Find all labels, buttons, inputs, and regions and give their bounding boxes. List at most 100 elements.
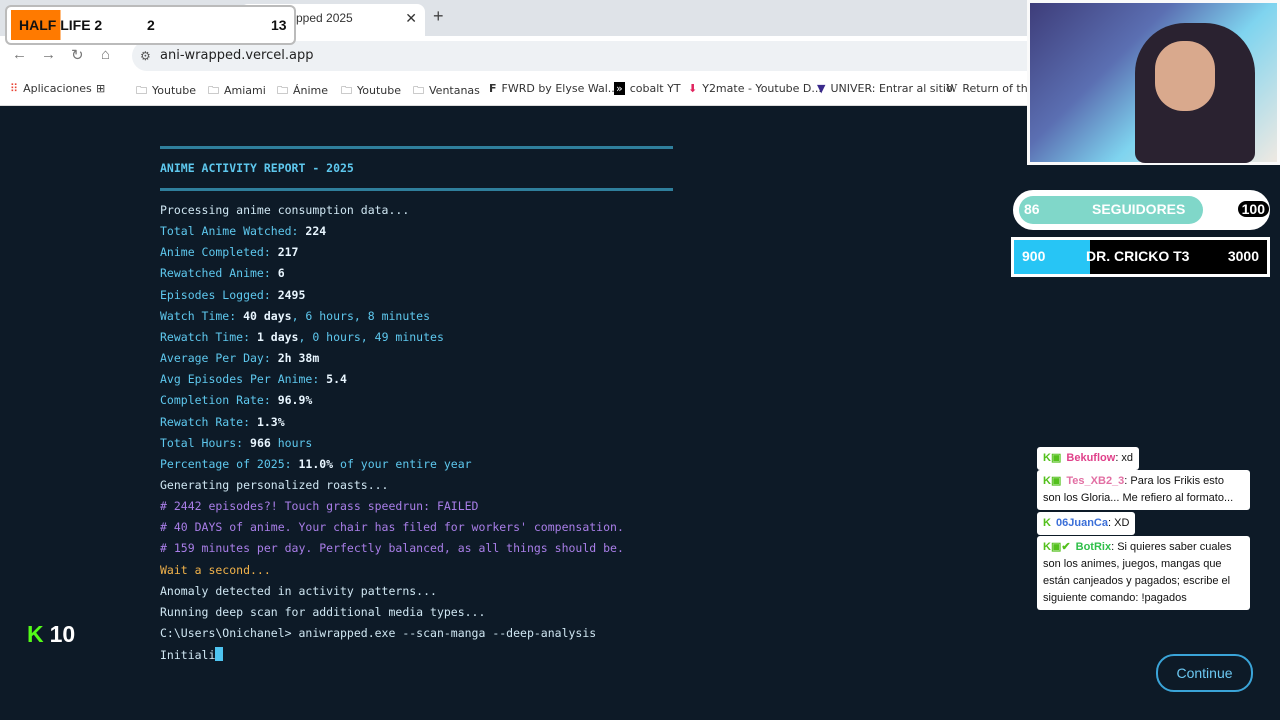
chat-username: 06JuanCa — [1056, 517, 1108, 529]
home-icon[interactable]: ⌂ — [101, 46, 110, 63]
stat-line: Rewatched Anime: 6 — [160, 266, 285, 286]
chat-text: : Si quieres saber cuales son los animes… — [1043, 541, 1232, 604]
bookmark-youtube-folder[interactable]: 🗀 Youtube — [136, 82, 196, 101]
game-counter-right: 13 — [271, 17, 287, 33]
followers-current: 86 — [1024, 201, 1040, 217]
chat-badges-icon: K▣✔ — [1043, 541, 1071, 553]
stat-value: 1.3% — [256, 414, 285, 429]
subs-goal: 3000 — [1227, 248, 1259, 264]
report-title: ANIME ACTIVITY REPORT - 2025 — [160, 161, 354, 175]
bookmark-fwrd[interactable]: F FWRD by Elyse Wal... — [489, 82, 618, 95]
terminal-output: ANIME ACTIVITY REPORT - 2025 Processing … — [160, 146, 680, 662]
new-tab-icon[interactable]: + — [433, 6, 444, 27]
chat-text: : XD — [1108, 517, 1130, 529]
stat-label: Rewatched Anime: — [160, 266, 278, 281]
stat-value: 6 — [277, 266, 285, 281]
stat-suffix: hours — [270, 435, 313, 450]
stat-value: 96.9% — [277, 393, 313, 408]
stat-line: Average Per Day: 2h 38m — [160, 351, 319, 371]
stat-label: Completion Rate: — [160, 393, 278, 408]
stat-value: 40 days — [243, 308, 292, 323]
back-icon[interactable]: ← — [12, 46, 27, 63]
wiki-icon: W — [946, 82, 958, 95]
divider-bottom — [160, 188, 673, 191]
chat-username: Tes_XB2_3 — [1066, 475, 1125, 487]
grid-icon: ⊞ — [96, 82, 106, 95]
subs-goal-bar: 900 DR. CRICKO T3 3000 — [1011, 237, 1270, 277]
stat-label: Avg Episodes Per Anime: — [160, 372, 327, 387]
followers-goal: 100 — [1237, 201, 1269, 217]
stat-label: Rewatch Time: — [160, 329, 257, 344]
download-icon: ⬇ — [688, 82, 698, 95]
game-title: HALF LIFE 2 — [11, 10, 141, 40]
tab-title: pped 2025 — [296, 11, 353, 25]
stat-line: Rewatch Time: 1 days, 0 hours, 49 minute… — [160, 330, 444, 350]
stat-line: Watch Time: 40 days, 6 hours, 8 minutes — [160, 309, 430, 329]
divider-top — [160, 146, 673, 149]
kick-count: 10 — [49, 621, 76, 647]
stat-label: Total Anime Watched: — [160, 224, 306, 239]
bookmark-y2mate[interactable]: ⬇ Y2mate - Youtube D... — [688, 82, 822, 95]
stat-line: Episodes Logged: 2495 — [160, 288, 305, 308]
stat-suffix: , 0 hours, 49 minutes — [298, 329, 444, 344]
chat-message: K▣ Tes_XB2_3: Para los Frikis esto son l… — [1037, 470, 1250, 510]
stat-value: 11.0% — [298, 456, 334, 471]
roast-line: # 159 minutes per day. Perfectly balance… — [160, 541, 624, 556]
stat-value: 5.4 — [326, 372, 347, 387]
stat-label: Total Hours: — [160, 435, 251, 450]
subs-current: 900 — [1022, 248, 1046, 264]
game-counter-left: 2 — [147, 17, 155, 33]
univer-icon: ▼ — [817, 82, 826, 95]
stat-value: 1 days — [256, 329, 299, 344]
typing-text: Initiali — [160, 648, 216, 663]
stat-value: 217 — [277, 245, 299, 260]
followers-label: SEGUIDORES — [1092, 201, 1186, 217]
folder-icon: 🗀 — [208, 84, 219, 97]
stat-label: Anime Completed: — [160, 245, 278, 260]
chat-username: Bekuflow — [1066, 452, 1116, 464]
anomaly-line: Anomaly detected in activity patterns... — [160, 583, 437, 598]
bookmark-univer[interactable]: ▼ UNIVER: Entrar al sitio — [817, 82, 953, 95]
stat-label: Average Per Day: — [160, 351, 278, 366]
wait-line: Wait a second... — [160, 562, 271, 577]
chat-message: K▣✔ BotRix: Si quieres saber cuales son … — [1037, 536, 1250, 610]
streamer-face — [1155, 41, 1215, 111]
stat-label: Percentage of 2025: — [160, 456, 299, 471]
webcam-feed — [1027, 0, 1280, 165]
processing-line: Processing anime consumption data... — [160, 203, 410, 217]
tab-close-icon[interactable]: ✕ — [405, 4, 417, 32]
stat-value: 2h 38m — [277, 351, 320, 366]
folder-icon: 🗀 — [413, 84, 424, 97]
forward-icon[interactable]: → — [41, 46, 56, 63]
terminal-cursor — [215, 647, 224, 662]
bookmark-amiami-folder[interactable]: 🗀 Amiami — [208, 82, 266, 101]
stat-value: 966 — [250, 435, 271, 450]
stat-line: Percentage of 2025: 11.0% of your entire… — [160, 457, 472, 477]
bookmark-return-of-the[interactable]: W Return of the — [946, 82, 1034, 95]
bookmark-anime-folder[interactable]: 🗀 Ánime — [277, 82, 328, 101]
chat-text: : xd — [1115, 452, 1134, 464]
folder-icon: 🗀 — [277, 84, 288, 97]
chat-username: BotRix — [1075, 541, 1112, 553]
bookmark-grid[interactable]: ⊞ — [96, 82, 110, 95]
continue-button[interactable]: Continue — [1156, 654, 1253, 692]
chat-badges-icon: K▣ — [1043, 452, 1062, 464]
game-tracker-overlay: HALF LIFE 2 2 13 — [7, 7, 294, 43]
bookmark-youtube-folder-2[interactable]: 🗀 Youtube — [341, 82, 401, 101]
stat-line: Avg Episodes Per Anime: 5.4 — [160, 372, 347, 392]
stat-label: Watch Time: — [160, 308, 244, 323]
bookmark-ventanas-folder[interactable]: 🗀 Ventanas — [413, 82, 480, 101]
stat-line: Total Hours: 966 hours — [160, 436, 312, 456]
url-text: ani-wrapped.vercel.app — [160, 48, 314, 63]
roast-line: # 2442 episodes?! Touch grass speedrun: … — [160, 499, 479, 514]
chat-badges-icon: K▣ — [1043, 475, 1062, 487]
stat-line: Total Anime Watched: 224 — [160, 224, 326, 244]
bookmark-aplicaciones[interactable]: ⠿ Aplicaciones — [10, 82, 92, 95]
followers-goal-bar: 86 SEGUIDORES 100 — [1013, 190, 1270, 230]
stat-suffix: of your entire year — [333, 456, 472, 471]
stat-suffix: , 6 hours, 8 minutes — [291, 308, 431, 323]
site-settings-icon[interactable]: ⚙ — [140, 41, 151, 71]
reload-icon[interactable]: ↻ — [71, 46, 84, 64]
bookmark-cobalt[interactable]: » cobalt YT — [614, 82, 681, 95]
stat-line: Completion Rate: 96.9% — [160, 393, 312, 413]
